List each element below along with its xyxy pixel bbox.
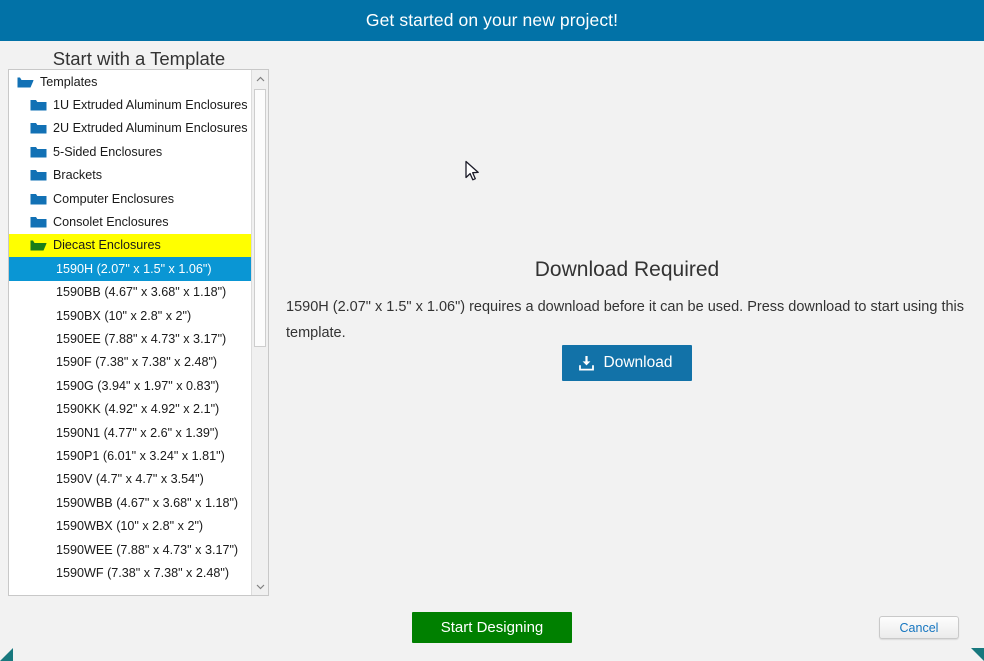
download-required-title: Download Required xyxy=(534,258,720,281)
tree-item-label: Consolet Enclosures xyxy=(53,215,169,230)
page-title: Get started on your new project! xyxy=(365,10,619,30)
tree-item-folder[interactable]: 2U Extruded Aluminum Enclosures xyxy=(9,117,251,140)
tree-item-folder[interactable]: Brackets xyxy=(9,164,251,187)
tree-item-label: 5-Sided Enclosures xyxy=(53,144,163,159)
folder-open-green-icon xyxy=(30,240,47,251)
tree-item-label: Diecast Enclosures xyxy=(53,238,161,253)
corner-artifact-bottom-left xyxy=(0,648,13,661)
tree-item-folder[interactable]: Consolet Enclosures xyxy=(9,210,251,233)
tree-item-label: 1590F (7.38" x 7.38" x 2.48") xyxy=(56,355,218,370)
template-tree-list[interactable]: Templates 1U Extruded Aluminum Enclosures… xyxy=(9,70,251,595)
folder-closed-blue-icon xyxy=(30,170,47,181)
tree-item-folder[interactable]: Diecast Enclosures xyxy=(9,233,251,258)
tree-item-label: 1590WF (7.38" x 7.38" x 2.48") xyxy=(56,565,230,580)
tree-item-template[interactable]: 1590WBB (4.67" x 3.68" x 1.18") xyxy=(9,491,251,514)
tree-item-label: Brackets xyxy=(53,168,102,183)
tree-item-template[interactable]: 1590BB (4.67" x 3.68" x 1.18") xyxy=(9,281,251,304)
tree-item-template[interactable]: 1590WBX (10" x 2.8" x 2") xyxy=(9,514,251,537)
download-required-description: 1590H (2.07" x 1.5" x 1.06") requires a … xyxy=(286,299,965,341)
tree-item-folder[interactable]: Templates xyxy=(9,70,251,93)
tree-item-template[interactable]: 1590N1 (4.77" x 2.6" x 1.39") xyxy=(9,421,251,444)
folder-open-blue-icon xyxy=(17,77,34,88)
tree-item-label: 1590EE (7.88" x 4.73" x 3.17") xyxy=(56,331,227,346)
tree-item-label: 1590BB (4.67" x 3.68" x 1.18") xyxy=(56,285,227,300)
tree-item-label: Templates xyxy=(40,74,98,89)
detail-panel: Download Required 1590H (2.07" x 1.5" x … xyxy=(278,41,976,601)
download-button-label: Download xyxy=(603,354,673,371)
tree-item-label: 2U Extruded Aluminum Enclosures xyxy=(53,121,248,136)
tree-item-label: 1590G (3.94" x 1.97" x 0.83") xyxy=(56,378,220,393)
tree-item-label: 1590BX (10" x 2.8" x 2") xyxy=(56,308,192,323)
tree-item-template[interactable]: 1590BX (10" x 2.8" x 2") xyxy=(9,304,251,327)
scrollbar-thumb[interactable] xyxy=(254,89,266,347)
tree-item-label: 1590N1 (4.77" x 2.6" x 1.39") xyxy=(56,425,219,440)
scrollbar-down-button[interactable] xyxy=(252,578,268,595)
tree-item-template[interactable]: 1590P1 (6.01" x 3.24" x 1.81") xyxy=(9,444,251,467)
tree-item-template[interactable]: 1590WF (7.38" x 7.38" x 2.48") xyxy=(9,561,251,584)
chevron-up-icon xyxy=(256,76,265,82)
folder-closed-blue-icon xyxy=(30,193,47,205)
tree-item-folder[interactable]: 5-Sided Enclosures xyxy=(9,140,251,163)
chevron-down-icon xyxy=(256,584,265,590)
tree-item-label: 1590KK (4.92" x 4.92" x 2.1") xyxy=(56,402,220,417)
tree-item-template[interactable]: 1590G (3.94" x 1.97" x 0.83") xyxy=(9,374,251,397)
template-tree-box: Templates 1U Extruded Aluminum Enclosures… xyxy=(8,69,269,596)
tree-item-label: Computer Enclosures xyxy=(53,191,175,206)
tree-item-folder[interactable]: 1U Extruded Aluminum Enclosures xyxy=(9,93,251,116)
tree-item-label: 1590P1 (6.01" x 3.24" x 1.81") xyxy=(56,448,225,463)
folder-closed-blue-icon xyxy=(30,100,47,111)
folder-closed-blue-icon xyxy=(30,146,47,158)
tree-item-template[interactable]: 1590EE (7.88" x 4.73" x 3.17") xyxy=(9,327,251,350)
tree-scrollbar[interactable] xyxy=(251,70,268,595)
scrollbar-up-button[interactable] xyxy=(252,70,268,87)
start-designing-button[interactable]: Start Designing xyxy=(412,612,572,643)
tree-item-label: 1U Extruded Aluminum Enclosures xyxy=(53,98,248,113)
download-tray-icon xyxy=(578,355,595,372)
tree-item-template[interactable]: 1590F (7.38" x 7.38" x 2.48") xyxy=(9,351,251,374)
tree-item-folder[interactable]: Computer Enclosures xyxy=(9,187,251,210)
tree-item-template[interactable]: 1590KK (4.92" x 4.92" x 2.1") xyxy=(9,397,251,420)
cancel-button[interactable]: Cancel xyxy=(879,616,959,639)
tree-item-label: 1590H (2.07" x 1.5" x 1.06") xyxy=(56,261,212,276)
folder-closed-blue-icon xyxy=(30,123,47,134)
tree-item-label: 1590V (4.7" x 4.7" x 3.54") xyxy=(56,472,204,487)
tree-item-label: 1590WEE (7.88" x 4.73" x 3.17") xyxy=(56,542,239,557)
folder-closed-blue-icon xyxy=(30,217,47,228)
tree-item-template[interactable]: 1590WEE (7.88" x 4.73" x 3.17") xyxy=(9,538,251,561)
tree-item-template[interactable]: 1590V (4.7" x 4.7" x 3.54") xyxy=(9,468,251,491)
corner-artifact-bottom-right xyxy=(971,648,984,661)
tree-item-template[interactable]: 1590H (2.07" x 1.5" x 1.06") xyxy=(9,257,251,281)
tree-item-label: 1590WBB (4.67" x 3.68" x 1.18") xyxy=(56,495,239,510)
download-button[interactable]: Download xyxy=(561,345,693,381)
tree-item-label: 1590WBX (10" x 2.8" x 2") xyxy=(56,519,204,534)
download-button-wrapper: Download xyxy=(278,345,976,381)
header-banner: Get started on your new project! xyxy=(0,0,984,41)
